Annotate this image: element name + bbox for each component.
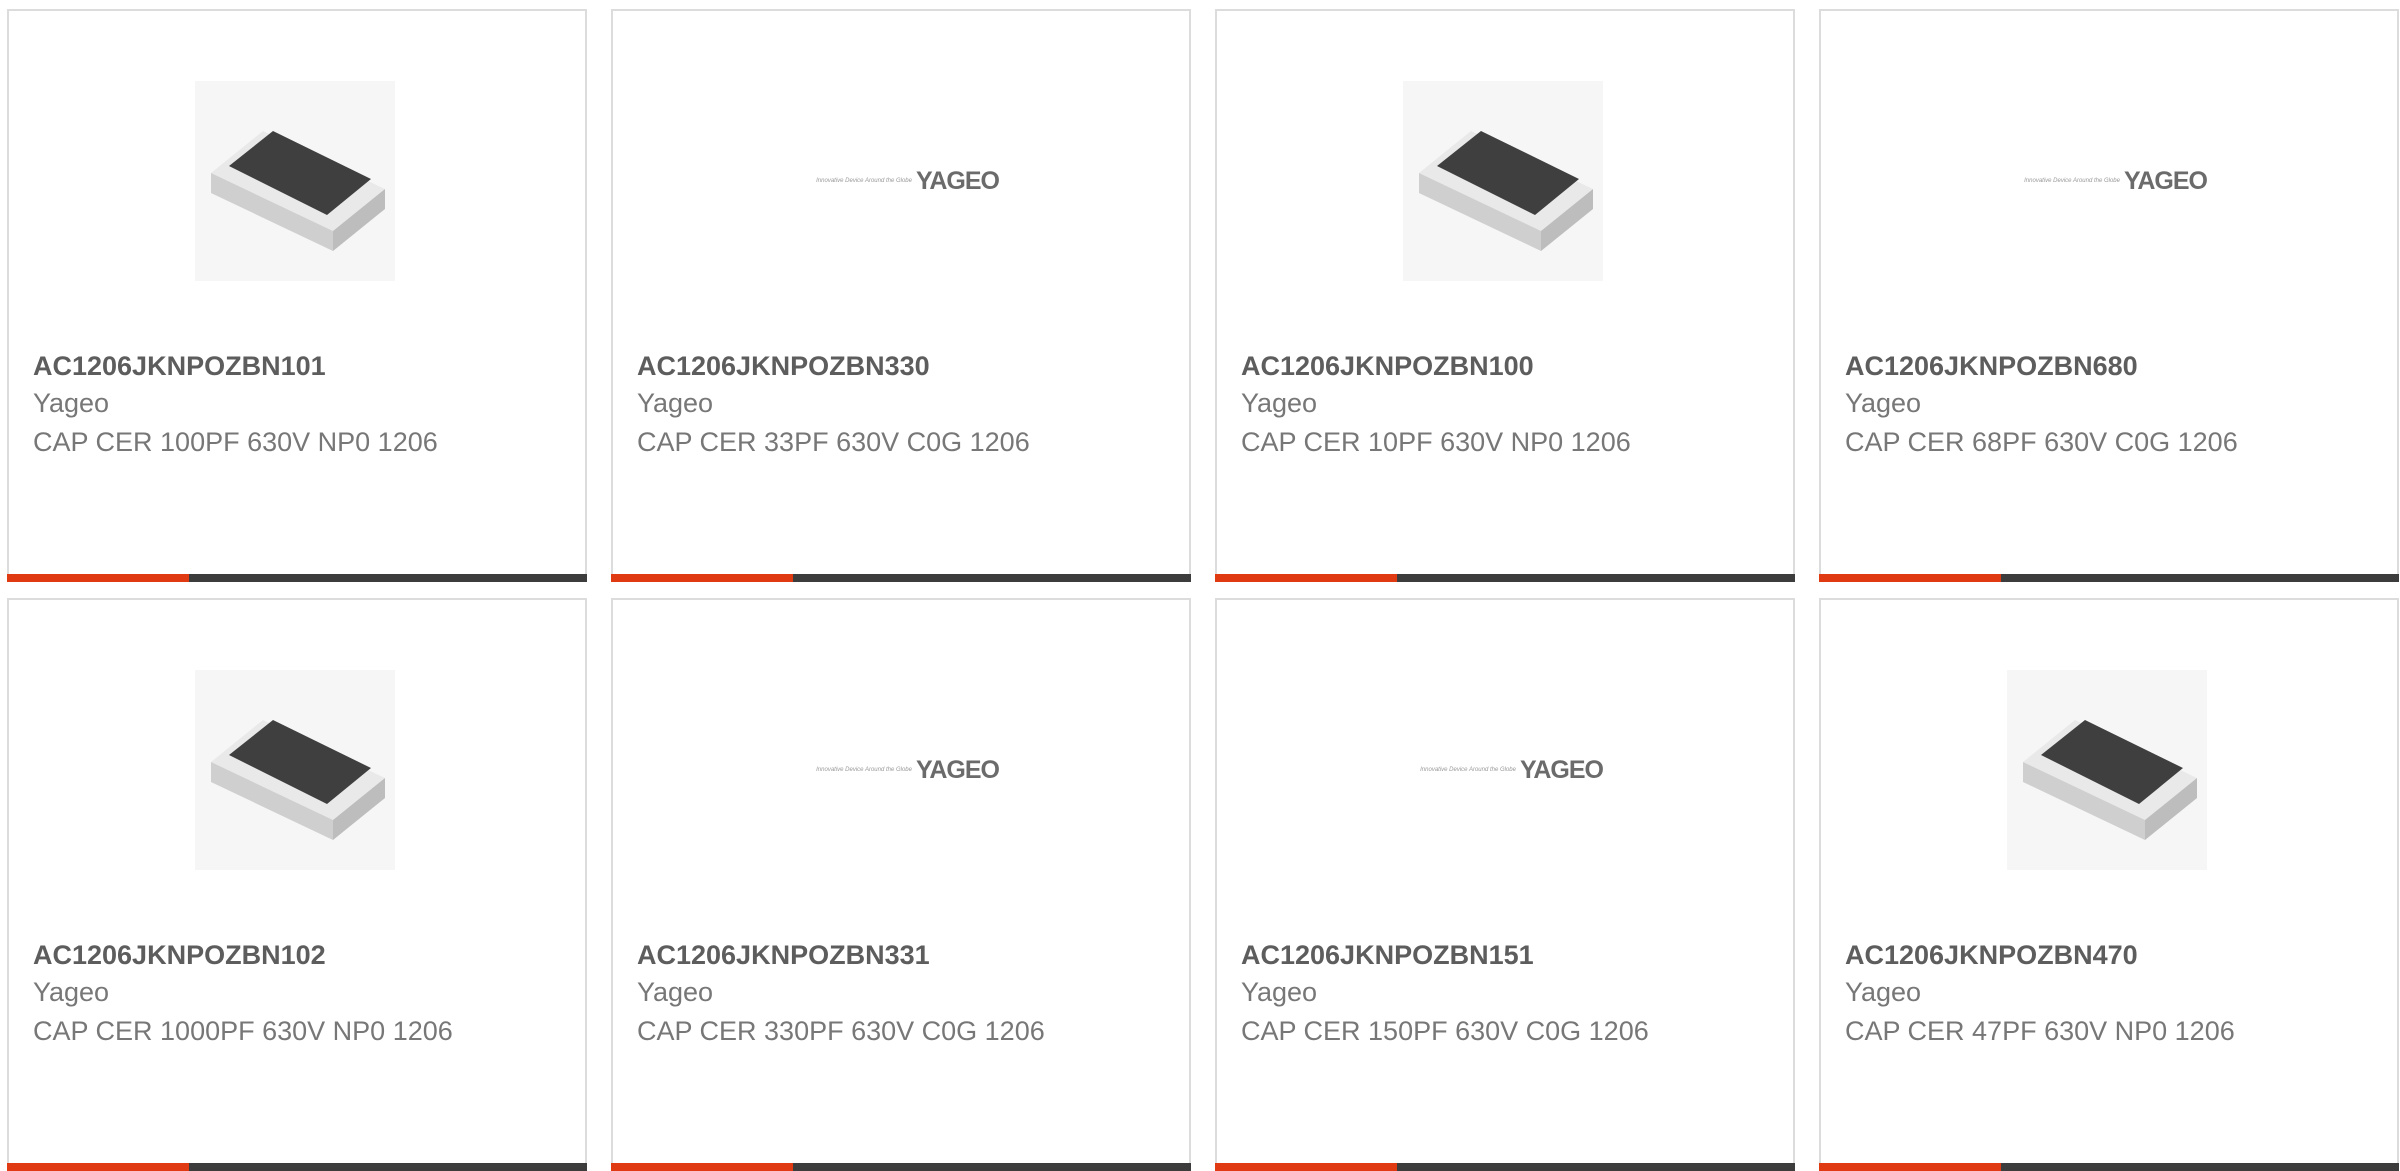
part-number[interactable]: AC1206JKNPOZBN151 [1241,940,1534,971]
part-number[interactable]: AC1206JKNPOZBN100 [1241,351,1534,382]
manufacturer: Yageo [1241,388,1318,418]
card-accent [1819,574,2001,582]
manufacturer: Yageo [1241,977,1318,1007]
part-number[interactable]: AC1206JKNPOZBN330 [637,351,930,382]
product-card[interactable]: Innovative Device Around the Globe YAGEO… [1215,598,1795,1171]
logo-word: YAGEO [1519,755,1604,784]
manufacturer: Yageo [1845,977,1922,1007]
card-bottom-bar [1215,574,1795,582]
product-image[interactable] [2007,670,2207,870]
card-accent [611,1163,793,1171]
product-description: CAP CER 1000PF 630V NP0 1206 [33,1016,453,1046]
manufacturer: Yageo [637,388,714,418]
card-accent [7,574,189,582]
product-card[interactable]: Innovative Device Around the Globe YAGEO… [611,9,1191,582]
product-description: CAP CER 68PF 630V C0G 1206 [1845,427,2238,457]
yageo-logo-icon: Innovative Device Around the Globe YAGEO [1403,750,1604,790]
product-description: CAP CER 47PF 630V NP0 1206 [1845,1016,2235,1046]
product-description: CAP CER 33PF 630V C0G 1206 [637,427,1030,457]
product-image[interactable]: Innovative Device Around the Globe YAGEO [1403,670,1604,870]
manufacturer: Yageo [33,977,110,1007]
manufacturer: Yageo [33,388,110,418]
product-image[interactable] [195,670,395,870]
product-card[interactable]: AC1206JKNPOZBN470 Yageo CAP CER 47PF 630… [1819,598,2399,1171]
logo-tagline: Innovative Device Around the Globe [816,178,912,184]
product-image[interactable]: Innovative Device Around the Globe YAGEO [799,670,1000,870]
card-accent [7,1163,189,1171]
chip-capacitor-icon [195,670,395,870]
logo-tagline: Innovative Device Around the Globe [1420,767,1516,773]
yageo-logo-icon: Innovative Device Around the Globe YAGEO [799,161,1000,201]
card-bottom-bar [7,574,587,582]
product-card[interactable]: Innovative Device Around the Globe YAGEO… [611,598,1191,1171]
chip-capacitor-icon [2007,670,2207,870]
card-bottom-bar [1215,1163,1795,1171]
logo-word: YAGEO [2123,166,2208,195]
part-number[interactable]: AC1206JKNPOZBN470 [1845,940,2138,971]
card-accent [1215,1163,1397,1171]
part-number[interactable]: AC1206JKNPOZBN680 [1845,351,2138,382]
card-accent [611,574,793,582]
yageo-logo-icon: Innovative Device Around the Globe YAGEO [2007,161,2208,201]
card-bottom-bar [1819,574,2399,582]
card-bottom-bar [611,574,1191,582]
manufacturer: Yageo [1845,388,1922,418]
card-accent [1819,1163,2001,1171]
card-bottom-bar [611,1163,1191,1171]
part-number[interactable]: AC1206JKNPOZBN101 [33,351,326,382]
product-image[interactable] [195,81,395,281]
product-description: CAP CER 150PF 630V C0G 1206 [1241,1016,1649,1046]
manufacturer: Yageo [637,977,714,1007]
logo-tagline: Innovative Device Around the Globe [816,767,912,773]
chip-capacitor-icon [195,81,395,281]
product-image[interactable]: Innovative Device Around the Globe YAGEO [799,81,1000,281]
product-image[interactable]: Innovative Device Around the Globe YAGEO [2007,81,2208,281]
product-description: CAP CER 10PF 630V NP0 1206 [1241,427,1631,457]
product-card[interactable]: AC1206JKNPOZBN102 Yageo CAP CER 1000PF 6… [7,598,587,1171]
logo-word: YAGEO [915,166,1000,195]
logo-tagline: Innovative Device Around the Globe [2024,178,2120,184]
product-description: CAP CER 330PF 630V C0G 1206 [637,1016,1045,1046]
card-bottom-bar [7,1163,587,1171]
product-card[interactable]: Innovative Device Around the Globe YAGEO… [1819,9,2399,582]
chip-capacitor-icon [1403,81,1603,281]
product-grid: AC1206JKNPOZBN101 Yageo CAP CER 100PF 63… [0,0,2400,1171]
product-card[interactable]: AC1206JKNPOZBN100 Yageo CAP CER 10PF 630… [1215,9,1795,582]
logo-word: YAGEO [915,755,1000,784]
product-image[interactable] [1403,81,1603,281]
card-accent [1215,574,1397,582]
part-number[interactable]: AC1206JKNPOZBN331 [637,940,930,971]
yageo-logo-icon: Innovative Device Around the Globe YAGEO [799,750,1000,790]
product-card[interactable]: AC1206JKNPOZBN101 Yageo CAP CER 100PF 63… [7,9,587,582]
card-bottom-bar [1819,1163,2399,1171]
product-description: CAP CER 100PF 630V NP0 1206 [33,427,438,457]
part-number[interactable]: AC1206JKNPOZBN102 [33,940,326,971]
